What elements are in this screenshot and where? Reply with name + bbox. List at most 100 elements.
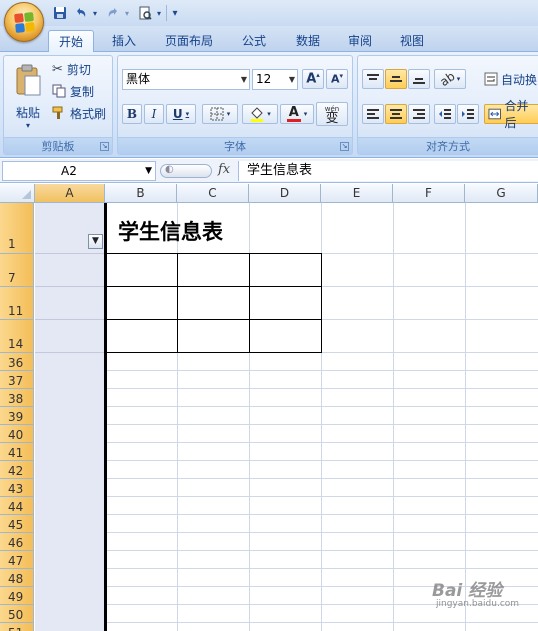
font-color-button[interactable]: A ▾ [280,104,314,124]
name-box-dropdown-icon[interactable]: ▼ [145,162,152,180]
paste-button[interactable]: 粘贴 ▾ [8,59,48,135]
undo-icon[interactable] [72,4,90,22]
wrap-text-button[interactable]: 自动换 [484,69,537,89]
worksheet-grid[interactable]: A B C D E F G 1 7 11 14 36 37 38 39 40 4… [0,184,538,631]
row-header-45[interactable]: 45 [0,515,34,533]
font-name-combo[interactable]: 黑体 ▼ [122,69,250,90]
align-left-button[interactable] [362,104,384,124]
underline-button[interactable]: U ▾ [166,104,196,124]
gridline [35,550,538,551]
table-cell[interactable] [105,253,178,287]
align-top-button[interactable] [362,69,384,89]
table-cell[interactable] [249,286,322,320]
fill-color-button[interactable]: ▾ [242,104,278,124]
select-all-corner[interactable] [0,184,35,203]
row-header-39[interactable]: 39 [0,407,34,425]
row-header-40[interactable]: 40 [0,425,34,443]
cell-b1-title[interactable]: 学生信息表 [118,216,223,246]
borders-button[interactable]: ▾ [202,104,238,124]
row-header-49[interactable]: 49 [0,587,34,605]
row-header-50[interactable]: 50 [0,605,34,623]
table-cell[interactable] [105,319,178,353]
print-preview-icon[interactable] [136,4,154,22]
formula-bar-resize-handle[interactable]: ◐ [160,164,212,178]
font-size-dropdown-icon[interactable]: ▼ [289,70,295,89]
font-launcher-icon[interactable]: ↘ [340,142,349,151]
font-size-combo[interactable]: 12 ▼ [252,69,298,90]
cut-button[interactable]: ✂ 剪切 [52,60,91,78]
row-header-14[interactable]: 14 [0,320,34,353]
row-header-36[interactable]: 36 [0,353,34,371]
office-button[interactable] [4,2,44,42]
table-cell[interactable] [105,286,178,320]
tab-review[interactable]: 审阅 [340,30,380,52]
table-cell[interactable] [177,286,250,320]
grow-font-button[interactable]: A▴ [302,69,324,89]
table-cell[interactable] [249,253,322,287]
column-header-a[interactable]: A [35,184,105,203]
tab-formulas[interactable]: 公式 [234,30,274,52]
save-icon[interactable] [52,4,68,22]
gridline [35,424,538,425]
alignment-group: ab ▾ 自动换 合并后 对齐方式 [357,55,538,155]
align-center-button[interactable] [385,104,407,124]
align-middle-button[interactable] [385,69,407,89]
row-header-37[interactable]: 37 [0,371,34,389]
row-header-48[interactable]: 48 [0,569,34,587]
table-cell[interactable] [249,319,322,353]
row-header-51[interactable]: 51 [0,623,34,631]
tab-view[interactable]: 视图 [392,30,432,52]
clipboard-launcher-icon[interactable]: ↘ [100,142,109,151]
row-header-41[interactable]: 41 [0,443,34,461]
tab-data[interactable]: 数据 [288,30,328,52]
column-header-e[interactable]: E [321,184,393,203]
undo-dropdown-icon[interactable]: ▾ [91,4,99,22]
redo-icon [104,4,122,22]
row-header-1[interactable]: 1 [0,203,34,254]
column-header-c[interactable]: C [177,184,249,203]
print-dropdown-icon[interactable]: ▾ [155,4,163,22]
row-header-7[interactable]: 7 [0,254,34,287]
borders-dropdown-icon: ▾ [226,110,231,118]
decrease-indent-button[interactable] [434,104,456,124]
filter-dropdown-icon[interactable]: ▼ [88,234,103,249]
table-cell[interactable] [177,253,250,287]
tab-insert[interactable]: 插入 [104,30,144,52]
name-box[interactable]: A2 ▼ [2,161,156,181]
cell-a11[interactable] [35,287,105,320]
shrink-font-button[interactable]: A▾ [326,69,348,89]
font-name-dropdown-icon[interactable]: ▼ [241,70,247,89]
row-header-46[interactable]: 46 [0,533,34,551]
merge-center-button[interactable]: 合并后 [484,99,538,130]
format-painter-button[interactable]: 格式刷 [52,104,106,122]
increase-indent-button[interactable] [457,104,479,124]
column-header-d[interactable]: D [249,184,321,203]
tab-page-layout[interactable]: 页面布局 [158,30,220,52]
italic-button[interactable]: I [144,104,164,124]
row-header-44[interactable]: 44 [0,497,34,515]
copy-button[interactable]: 复制 [52,82,94,100]
insert-function-button[interactable]: fx [218,162,230,177]
table-cell[interactable] [177,319,250,353]
row-header-47[interactable]: 47 [0,551,34,569]
column-header-b[interactable]: B [105,184,177,203]
row-header-38[interactable]: 38 [0,389,34,407]
phonetic-button[interactable]: wén 变 [316,102,348,126]
bold-button[interactable]: B [122,104,142,124]
gridline [393,203,394,631]
row-header-11[interactable]: 11 [0,287,34,320]
row-header-43[interactable]: 43 [0,479,34,497]
row-header-42[interactable]: 42 [0,461,34,479]
customize-qat-icon[interactable]: ▾ [170,4,180,22]
cell-a7[interactable] [35,254,105,287]
column-header-f[interactable]: F [393,184,465,203]
align-bottom-button[interactable] [408,69,430,89]
column-header-g[interactable]: G [465,184,538,203]
orientation-button[interactable]: ab ▾ [434,69,466,89]
tab-home[interactable]: 开始 [48,30,94,53]
formula-input[interactable]: 学生信息表 [238,161,538,181]
selection-border [104,203,107,631]
column-a-range[interactable] [35,353,105,631]
cell-a14[interactable] [35,320,105,353]
align-right-button[interactable] [408,104,430,124]
